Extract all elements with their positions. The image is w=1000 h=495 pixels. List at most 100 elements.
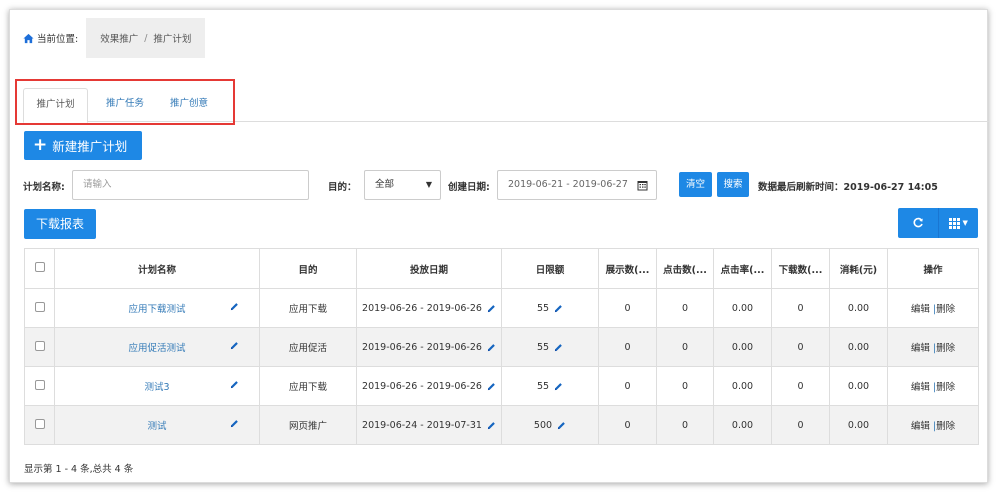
grid-icon (948, 217, 960, 229)
new-plan-button[interactable]: + 新建推广计划 (24, 131, 142, 160)
col-header-clicks[interactable]: 点击数(... (656, 248, 714, 289)
ctr-cell: 0.00 (713, 288, 772, 328)
edit-pencil-icon[interactable] (554, 382, 563, 391)
table-toolbar: ▼ (898, 208, 978, 238)
table-row: 应用下载测试 应用下载 2019-06-26 - 2019-06-26 55 0 0 0.0… (24, 288, 979, 328)
edit-link[interactable]: 编辑 (911, 343, 930, 354)
plus-icon: + (33, 135, 48, 155)
edit-link[interactable]: 编辑 (911, 382, 930, 393)
row-checkbox-cell[interactable] (24, 405, 55, 445)
ctr-cell: 0.00 (713, 366, 772, 406)
breadcrumb-path: 效果推广 / 推广计划 (86, 18, 206, 58)
daily-limit-cell: 55 (501, 327, 599, 367)
impressions-cell: 0 (598, 405, 657, 445)
highlight-annotation-box (15, 79, 235, 125)
date-range-value: 2019-06-21 - 2019-06-27 (508, 179, 628, 190)
filter-bar: 计划名称: 请输入 目的： 全部 ▼ 创建日期: 2019-06-21 - 20… (23, 170, 989, 200)
edit-pencil-icon[interactable] (557, 421, 566, 430)
breadcrumb-separator: / (144, 32, 148, 44)
table-header-row: 计划名称 目的 投放日期 日限额 展示数(... 点击数(... 点击率(...… (24, 248, 979, 289)
plan-name-cell: 测试 (54, 405, 260, 445)
download-report-button[interactable]: 下载报表 (24, 209, 96, 239)
edit-pencil-icon[interactable] (487, 343, 496, 352)
date-range-input[interactable]: 2019-06-21 - 2019-06-27 (497, 170, 657, 200)
col-header-cost[interactable]: 消耗(元) (829, 248, 888, 289)
delete-link[interactable]: 删除 (936, 421, 955, 432)
purpose-cell: 应用促活 (259, 327, 357, 367)
edit-pencil-icon[interactable] (487, 421, 496, 430)
delete-link[interactable]: 删除 (936, 304, 955, 315)
clear-button[interactable]: 清空 (679, 172, 712, 197)
row-checkbox-cell[interactable] (24, 288, 55, 328)
plan-name-cell: 应用下载测试 (54, 288, 260, 328)
edit-pencil-icon[interactable] (487, 382, 496, 391)
edit-pencil-icon[interactable] (230, 419, 239, 428)
col-header-actions: 操作 (887, 248, 979, 289)
plan-name-link[interactable]: 测试3 (144, 382, 169, 393)
impressions-cell: 0 (598, 327, 657, 367)
row-checkbox[interactable] (34, 340, 45, 351)
downloads-cell: 0 (771, 405, 830, 445)
dates-cell: 2019-06-26 - 2019-06-26 (356, 288, 502, 328)
row-checkbox[interactable] (34, 418, 45, 429)
edit-pencil-icon[interactable] (230, 341, 239, 350)
dates-value: 2019-06-26 - 2019-06-26 (362, 341, 482, 353)
pagination-summary: 显示第 1 - 4 条,总共 4 条 (24, 464, 134, 475)
clicks-cell: 0 (656, 405, 714, 445)
edit-pencil-icon[interactable] (554, 304, 563, 313)
select-all-checkbox-cell[interactable] (24, 248, 55, 289)
impressions-cell: 0 (598, 288, 657, 328)
col-header-downloads[interactable]: 下载数(... (771, 248, 830, 289)
plan-name-cell: 应用促活测试 (54, 327, 260, 367)
delete-link[interactable]: 删除 (936, 382, 955, 393)
last-refresh-time: 数据最后刷新时间：2019-06-27 14:05 (758, 182, 938, 193)
col-header-ctr[interactable]: 点击率(... (713, 248, 772, 289)
edit-link[interactable]: 编辑 (911, 421, 930, 432)
refresh-icon[interactable] (898, 208, 938, 238)
purpose-select[interactable]: 全部 ▼ (364, 170, 441, 200)
calendar-icon[interactable] (637, 180, 648, 191)
plans-table: 计划名称 目的 投放日期 日限额 展示数(... 点击数(... 点击率(...… (24, 248, 979, 445)
plan-name-label: 计划名称: (23, 182, 65, 193)
delete-link[interactable]: 删除 (936, 343, 955, 354)
edit-pencil-icon[interactable] (554, 343, 563, 352)
plan-name-link[interactable]: 测试 (147, 421, 166, 432)
columns-toggle-button[interactable]: ▼ (937, 208, 979, 238)
purpose-label: 目的： (328, 182, 357, 193)
row-checkbox[interactable] (34, 301, 45, 312)
dates-value: 2019-06-24 - 2019-07-31 (362, 419, 482, 431)
daily-limit-value: 55 (536, 380, 550, 392)
edit-pencil-icon[interactable] (230, 302, 239, 311)
purpose-select-value: 全部 (375, 179, 395, 190)
cost-cell: 0.00 (829, 405, 888, 445)
plan-name-input[interactable]: 请输入 (72, 170, 309, 200)
daily-limit-cell: 500 (501, 405, 599, 445)
plan-name-link[interactable]: 应用促活测试 (128, 343, 185, 354)
row-checkbox[interactable] (34, 379, 45, 390)
daily-limit-cell: 55 (501, 288, 599, 328)
clicks-cell: 0 (656, 288, 714, 328)
breadcrumb-parent[interactable]: 效果推广 (100, 31, 138, 45)
breadcrumb: 当前位置: 效果推广 / 推广计划 (23, 18, 206, 58)
row-checkbox-cell[interactable] (24, 327, 55, 367)
table-row: 测试3 应用下载 2019-06-26 - 2019-06-26 55 0 0 0.00 0 0… (24, 366, 979, 406)
select-all-checkbox[interactable] (34, 262, 45, 272)
col-header-dates[interactable]: 投放日期 (356, 248, 502, 289)
created-date-label: 创建日期: (448, 182, 490, 193)
col-header-impressions[interactable]: 展示数(... (598, 248, 657, 289)
col-header-limit[interactable]: 日限额 (501, 248, 599, 289)
col-header-purpose[interactable]: 目的 (259, 248, 357, 289)
page-frame: 当前位置: 效果推广 / 推广计划 推广计划 推广任务 推广创意 + 新建推广计… (9, 9, 989, 483)
plan-name-link[interactable]: 应用下载测试 (128, 304, 185, 315)
ctr-cell: 0.00 (713, 405, 772, 445)
col-header-name[interactable]: 计划名称 (54, 248, 260, 289)
chevron-down-icon: ▼ (425, 180, 432, 189)
edit-pencil-icon[interactable] (487, 304, 496, 313)
daily-limit-value: 55 (536, 302, 550, 314)
row-checkbox-cell[interactable] (24, 366, 55, 406)
edit-link[interactable]: 编辑 (911, 304, 930, 315)
table-row: 测试 网页推广 2019-06-24 - 2019-07-31 500 0 0 0.00 0 0… (24, 405, 979, 445)
cost-cell: 0.00 (829, 288, 888, 328)
search-button[interactable]: 搜索 (717, 172, 749, 197)
edit-pencil-icon[interactable] (230, 380, 239, 389)
